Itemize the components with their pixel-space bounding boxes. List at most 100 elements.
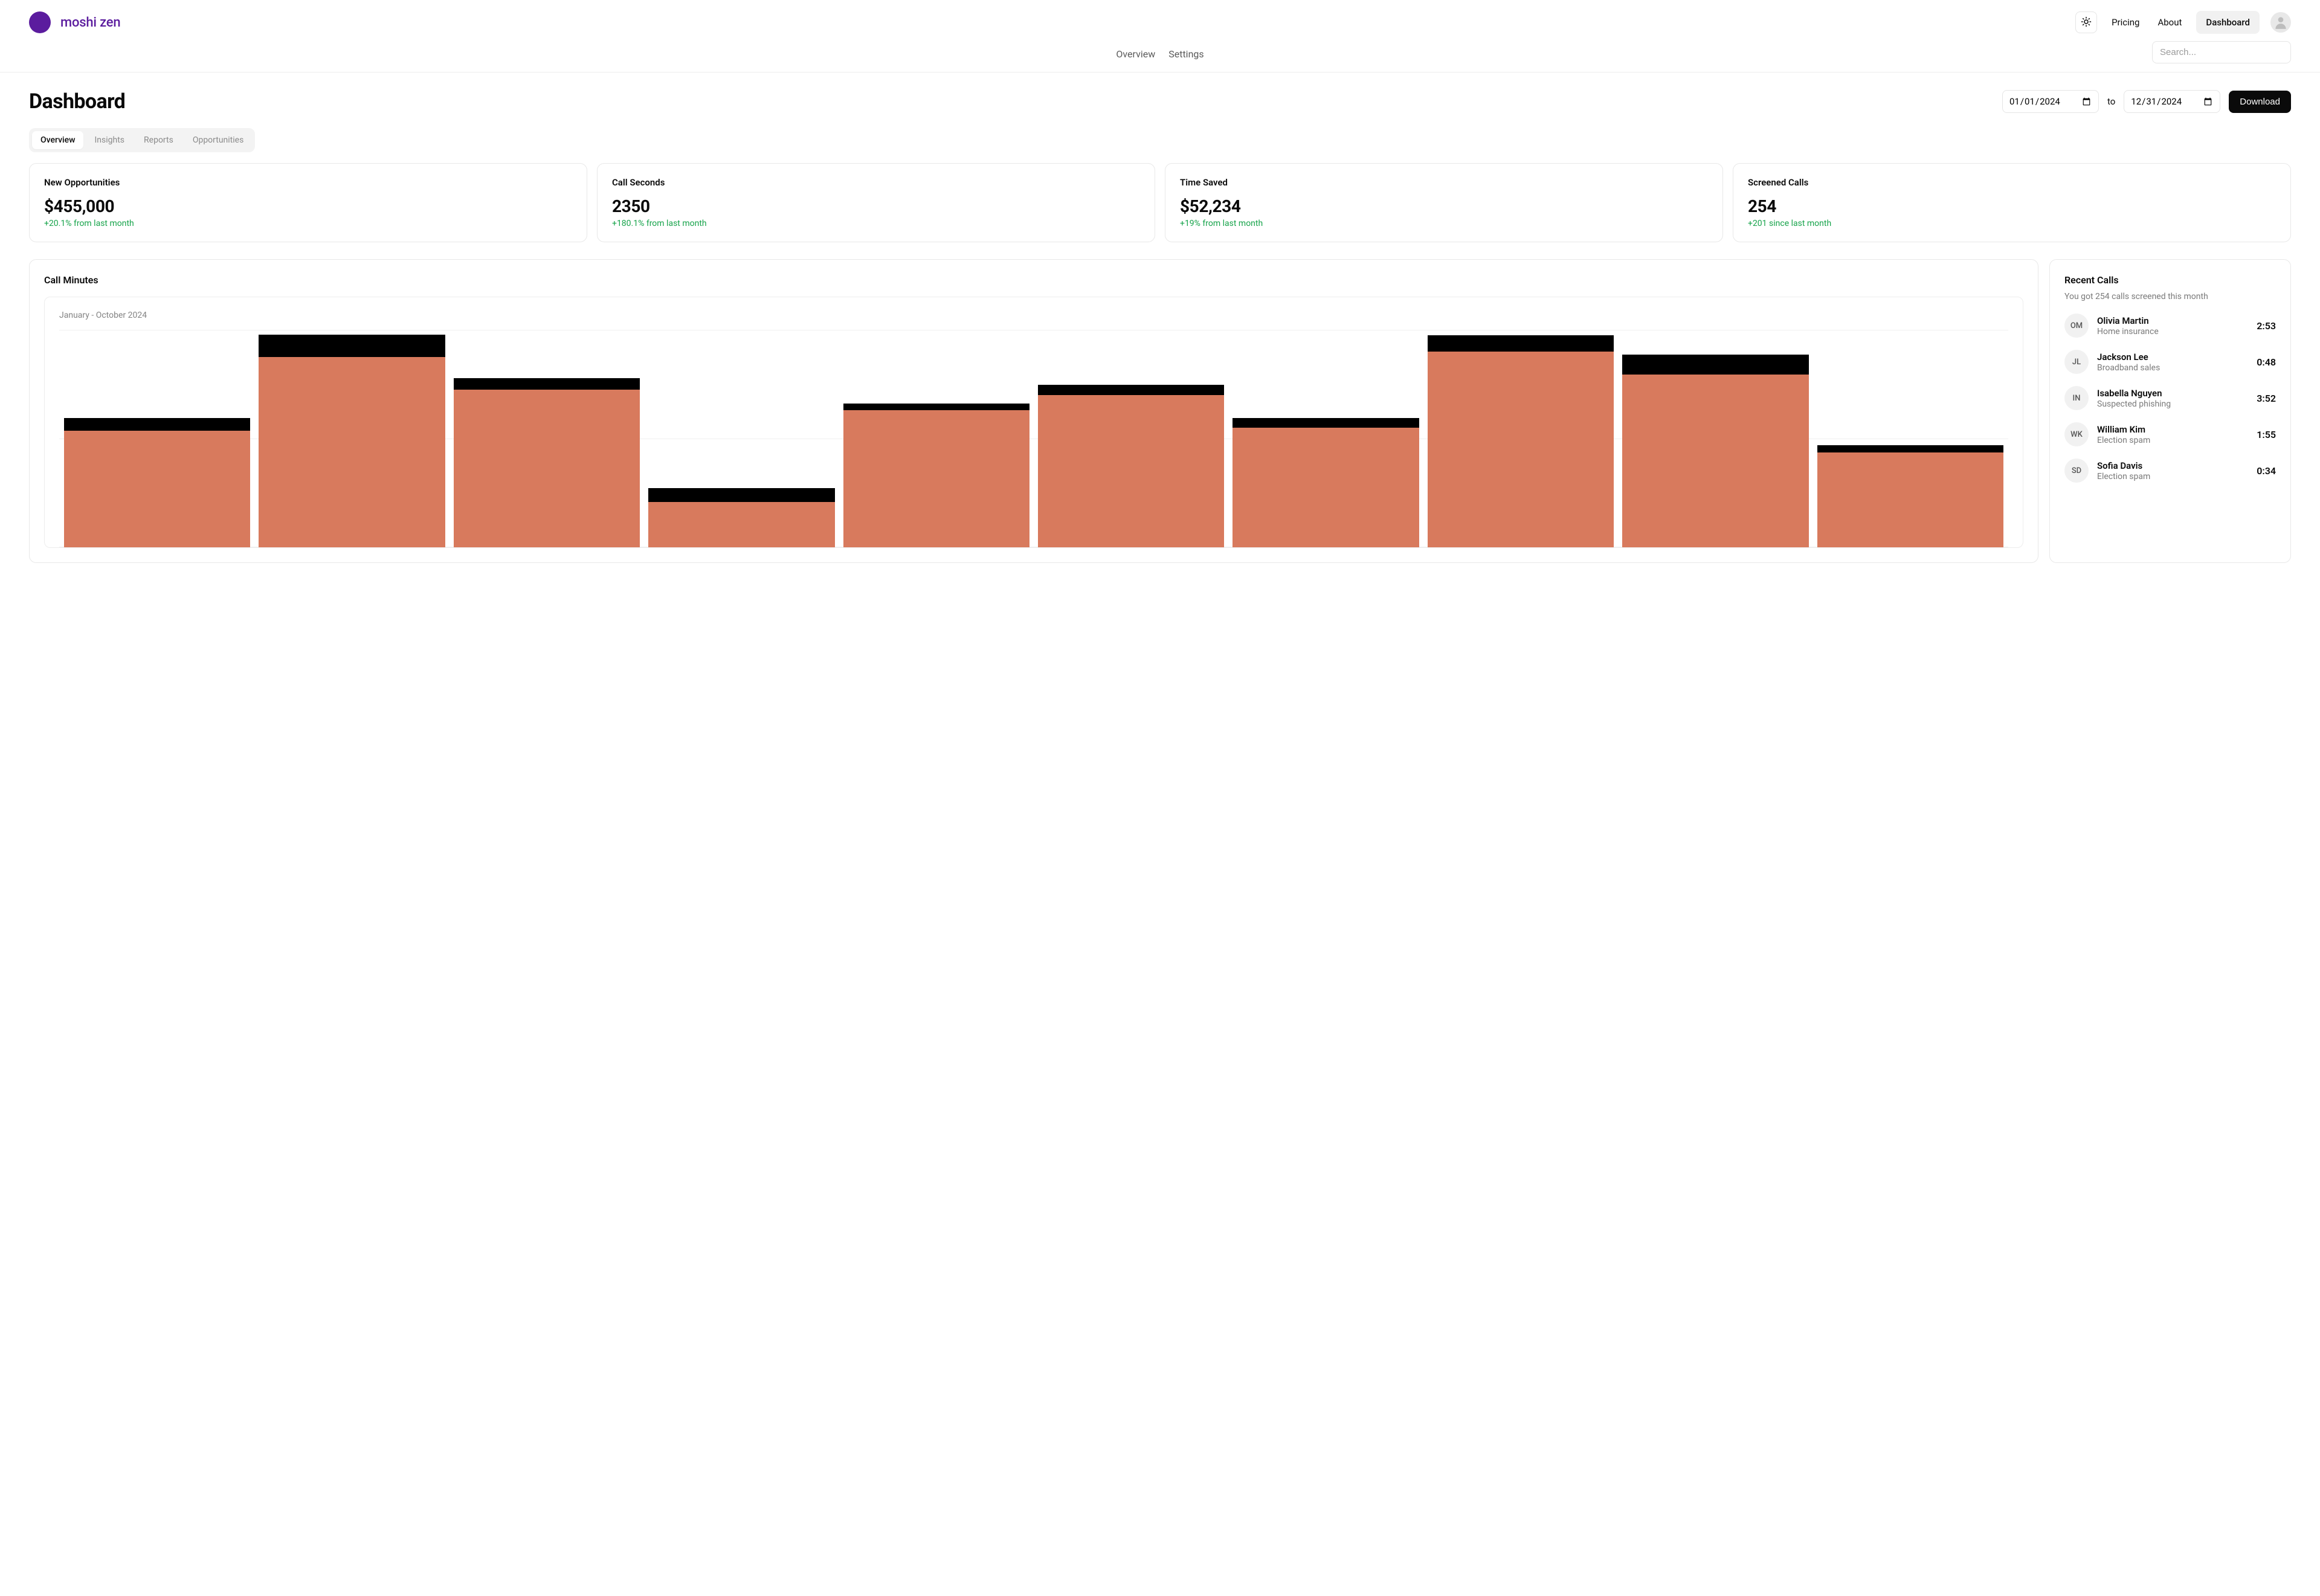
stat-label: Time Saved: [1180, 177, 1708, 188]
date-from-input[interactable]: [2002, 90, 2099, 113]
chart-bar-top: [454, 378, 640, 390]
pill-tab-reports[interactable]: Reports: [135, 131, 182, 149]
chart-bar: [1038, 330, 1224, 547]
chart-bar-main: [64, 431, 250, 548]
stat-delta: +201 since last month: [1748, 219, 2276, 228]
user-icon: [2273, 14, 2289, 30]
stat-label: New Opportunities: [44, 177, 572, 188]
pill-tabs: Overview Insights Reports Opportunities: [29, 128, 255, 152]
page-header: Dashboard to Download: [29, 89, 2291, 114]
brand-logo-icon: [29, 11, 51, 33]
chart-bar: [1428, 330, 1614, 547]
stat-card-time-saved: Time Saved $52,234 +19% from last month: [1165, 163, 1723, 242]
call-avatar: JL: [2064, 350, 2089, 374]
pill-tab-insights[interactable]: Insights: [86, 131, 133, 149]
nav-link-pricing[interactable]: Pricing: [2108, 12, 2143, 33]
chart-bar: [843, 330, 1030, 547]
recent-calls-list: OMOlivia MartinHome insurance2:53JLJacks…: [2064, 314, 2276, 483]
page-header-right: to Download: [2002, 90, 2291, 113]
call-info: Isabella NguyenSuspected phishing: [2097, 388, 2248, 409]
pill-tab-opportunities[interactable]: Opportunities: [184, 131, 253, 149]
stat-value: $52,234: [1180, 196, 1708, 216]
call-reason: Broadband sales: [2097, 363, 2248, 373]
chart-bar: [64, 330, 250, 547]
stat-delta: +180.1% from last month: [612, 219, 1140, 228]
stats-row: New Opportunities $455,000 +20.1% from l…: [29, 163, 2291, 242]
call-name: William Kim: [2097, 424, 2248, 435]
chart-bar: [648, 330, 834, 547]
page-title: Dashboard: [29, 89, 125, 114]
call-name: Isabella Nguyen: [2097, 388, 2248, 399]
subnav-tab-overview[interactable]: Overview: [1116, 45, 1155, 63]
call-duration: 3:52: [2257, 393, 2276, 404]
call-name: Sofia Davis: [2097, 460, 2248, 471]
chart-bars: [59, 330, 2008, 547]
date-to-input[interactable]: [2124, 90, 2220, 113]
stat-delta: +19% from last month: [1180, 219, 1708, 228]
stat-card-screened-calls: Screened Calls 254 +201 since last month: [1733, 163, 2291, 242]
stat-card-opportunities: New Opportunities $455,000 +20.1% from l…: [29, 163, 587, 242]
download-button[interactable]: Download: [2229, 91, 2291, 113]
chart-bar-main: [1622, 375, 1808, 547]
chart-bar: [1232, 330, 1419, 547]
call-reason: Election spam: [2097, 472, 2248, 481]
top-nav-right: Pricing About Dashboard: [2075, 11, 2291, 34]
chart-bar-main: [454, 390, 640, 547]
stat-value: 254: [1748, 196, 2276, 216]
sub-nav-wrap: Overview Settings: [0, 45, 2320, 72]
sub-nav-tabs: Overview Settings: [1116, 45, 1204, 63]
recent-call-row[interactable]: OMOlivia MartinHome insurance2:53: [2064, 314, 2276, 338]
brand[interactable]: moshi zen: [29, 11, 120, 33]
chart-bar-top: [1817, 445, 2003, 452]
recent-call-row[interactable]: SDSofia DavisElection spam0:34: [2064, 459, 2276, 483]
stat-value: $455,000: [44, 196, 572, 216]
call-name: Olivia Martin: [2097, 315, 2248, 326]
call-duration: 2:53: [2257, 320, 2276, 332]
call-avatar: WK: [2064, 422, 2089, 446]
date-to-label: to: [2107, 96, 2115, 107]
recent-call-row[interactable]: IN Isabella NguyenSuspected phishing 3:52: [2064, 386, 2276, 410]
user-avatar[interactable]: [2270, 12, 2291, 33]
recent-call-row[interactable]: WK William KimElection spam 1:55: [2064, 422, 2276, 446]
recent-call-row[interactable]: JL Jackson LeeBroadband sales 0:48: [2064, 350, 2276, 374]
theme-toggle-button[interactable]: [2075, 11, 2097, 33]
panel-title: Call Minutes: [44, 274, 2023, 286]
search-wrap: [2152, 41, 2291, 63]
stat-card-call-seconds: Call Seconds 2350 +180.1% from last mont…: [597, 163, 1155, 242]
chart-container: January - October 2024: [44, 297, 2023, 548]
panel-subtitle: You got 254 calls screened this month: [2064, 292, 2276, 301]
call-name: Jackson Lee: [2097, 352, 2248, 362]
chart-bar: [1817, 330, 2003, 547]
panel-title: Recent Calls: [2064, 274, 2276, 286]
call-duration: 1:55: [2257, 429, 2276, 440]
nav-link-dashboard[interactable]: Dashboard: [2196, 11, 2260, 34]
chart-bar-main: [648, 502, 834, 547]
stat-delta: +20.1% from last month: [44, 219, 572, 228]
chart-bar-top: [64, 418, 250, 431]
call-reason: Election spam: [2097, 436, 2248, 445]
call-avatar: IN: [2064, 386, 2089, 410]
stat-value: 2350: [612, 196, 1140, 216]
subnav-tab-settings[interactable]: Settings: [1168, 45, 1204, 63]
brand-name: moshi zen: [60, 15, 120, 30]
call-info: William KimElection spam: [2097, 424, 2248, 445]
search-input[interactable]: [2152, 41, 2291, 63]
call-avatar: SD: [2064, 459, 2089, 483]
call-avatar: OM: [2064, 314, 2089, 338]
nav-link-about[interactable]: About: [2154, 12, 2185, 33]
chart-bar-top: [648, 488, 834, 502]
chart-bar: [259, 330, 445, 547]
chart-bar-main: [259, 357, 445, 547]
call-duration: 0:48: [2257, 356, 2276, 368]
sub-nav: Overview Settings: [0, 45, 2320, 72]
chart-bar-main: [843, 410, 1030, 547]
stat-label: Call Seconds: [612, 177, 1140, 188]
call-info: Sofia DavisElection spam: [2097, 460, 2248, 481]
lower-grid: Call Minutes January - October 2024 Rece…: [29, 259, 2291, 563]
pill-tab-overview[interactable]: Overview: [32, 131, 83, 149]
main-content: Dashboard to Download Overview Insights …: [0, 72, 2320, 587]
chart-bar-top: [1038, 385, 1224, 395]
chart-bar: [1622, 330, 1808, 547]
chart-bar-top: [1428, 335, 1614, 352]
chart-bar-top: [1232, 418, 1419, 428]
